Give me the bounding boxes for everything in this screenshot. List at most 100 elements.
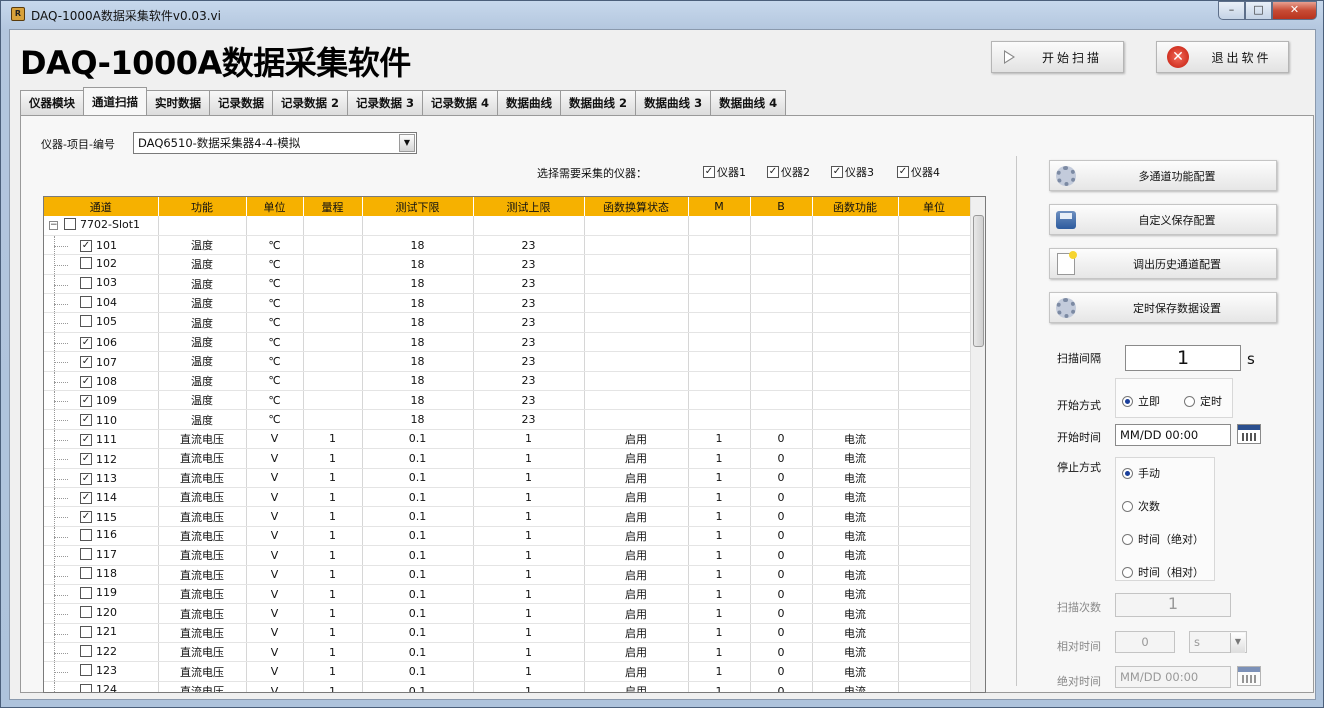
table-scrollbar[interactable] bbox=[970, 197, 985, 692]
channel-checkbox[interactable] bbox=[80, 683, 92, 692]
stop-mode-manual[interactable]: 手动 bbox=[1122, 465, 1160, 481]
table-row[interactable]: 105 温度 ℃ 18 23 bbox=[44, 312, 971, 333]
tab-10[interactable]: 数据曲线 3 bbox=[635, 90, 712, 115]
channel-checkbox[interactable] bbox=[80, 625, 92, 638]
minimize-button[interactable]: – bbox=[1218, 1, 1245, 20]
table-row[interactable]: ✓ 108 温度 ℃ 18 23 bbox=[44, 371, 971, 392]
table-row[interactable]: 120 直流电压 V 1 0.1 1 启用 1 0 电流 bbox=[44, 603, 971, 624]
table-row[interactable]: ✓ 112 直流电压 V 1 0.1 1 启用 1 0 电流 bbox=[44, 448, 971, 469]
channel-checkbox[interactable] bbox=[80, 257, 92, 270]
channel-checkbox[interactable]: ✓ bbox=[80, 239, 92, 252]
stop-mode-count[interactable]: 次数 bbox=[1122, 498, 1160, 514]
instrument-select[interactable]: DAQ6510-数据采集器4-4-模拟 ▼ bbox=[133, 132, 417, 154]
table-row[interactable]: ✓ 106 温度 ℃ 18 23 bbox=[44, 332, 971, 353]
channel-checkbox[interactable] bbox=[80, 645, 92, 658]
table-row[interactable]: 124 直流电压 V 1 0.1 1 启用 1 0 电流 bbox=[44, 681, 971, 692]
chevron-down-icon[interactable]: ▼ bbox=[399, 134, 415, 152]
channel-checkbox[interactable] bbox=[80, 276, 92, 289]
start-mode-immediate[interactable]: 立即 bbox=[1122, 393, 1160, 409]
table-row[interactable]: ✓ 110 温度 ℃ 18 23 bbox=[44, 409, 971, 430]
channel-checkbox[interactable]: ✓ bbox=[80, 453, 92, 466]
config-button-4[interactable]: 定时保存数据设置 bbox=[1049, 292, 1277, 323]
config-button-3[interactable]: 调出历史通道配置 bbox=[1049, 248, 1277, 279]
channel-checkbox[interactable]: ✓ bbox=[80, 394, 92, 407]
channel-checkbox[interactable]: ✓ bbox=[80, 472, 92, 485]
calendar-icon[interactable] bbox=[1237, 424, 1261, 444]
channel-checkbox[interactable]: ✓ bbox=[80, 433, 92, 446]
scan-count-input[interactable]: 1 bbox=[1115, 593, 1231, 617]
table-row[interactable]: 104 温度 ℃ 18 23 bbox=[44, 293, 971, 314]
cell-func: 温度 bbox=[158, 293, 247, 314]
start-time-input[interactable]: MM/DD 00:00 bbox=[1115, 424, 1231, 446]
channel-checkbox[interactable]: ✓ bbox=[80, 414, 92, 427]
instrument-checkbox-1[interactable]: ✓ 仪器1 bbox=[703, 164, 746, 180]
table-row[interactable]: 103 温度 ℃ 18 23 bbox=[44, 274, 971, 295]
tab-4[interactable]: 记录数据 bbox=[209, 90, 273, 115]
instrument-checkbox-label: 仪器3 bbox=[845, 166, 874, 179]
chevron-down-icon[interactable]: ▼ bbox=[1230, 633, 1245, 653]
config-button-1[interactable]: 多通道功能配置 bbox=[1049, 160, 1277, 191]
absolute-time-input[interactable]: MM/DD 00:00 bbox=[1115, 666, 1231, 688]
tab-11[interactable]: 数据曲线 4 bbox=[710, 90, 787, 115]
tab-9[interactable]: 数据曲线 2 bbox=[560, 90, 637, 115]
stop-mode-absolute[interactable]: 时间（绝对） bbox=[1122, 531, 1204, 547]
collapse-icon[interactable]: − bbox=[49, 221, 58, 230]
table-row[interactable]: ✓ 107 温度 ℃ 18 23 bbox=[44, 351, 971, 372]
checkbox-icon[interactable] bbox=[64, 218, 76, 231]
table-row[interactable]: ✓ 113 直流电压 V 1 0.1 1 启用 1 0 电流 bbox=[44, 468, 971, 488]
table-row[interactable]: ✓ 109 温度 ℃ 18 23 bbox=[44, 390, 971, 411]
stop-mode-relative[interactable]: 时间（相对） bbox=[1122, 564, 1204, 580]
tab-2[interactable]: 通道扫描 bbox=[83, 87, 147, 115]
tab-1[interactable]: 仪器模块 bbox=[20, 90, 84, 115]
table-row[interactable]: 117 直流电压 V 1 0.1 1 启用 1 0 电流 bbox=[44, 545, 971, 566]
cell-high: 23 bbox=[473, 254, 585, 275]
channel-checkbox[interactable]: ✓ bbox=[80, 375, 92, 388]
table-row[interactable]: 121 直流电压 V 1 0.1 1 启用 1 0 电流 bbox=[44, 623, 971, 644]
config-button-2[interactable]: 自定义保存配置 bbox=[1049, 204, 1277, 235]
group-row[interactable]: − 7702-Slot1 bbox=[44, 216, 971, 236]
cell-b: 0 bbox=[750, 526, 813, 547]
start-scan-button[interactable]: 开始扫描 bbox=[991, 41, 1124, 73]
maximize-button[interactable]: □ bbox=[1245, 1, 1272, 20]
table-row[interactable]: 123 直流电压 V 1 0.1 1 启用 1 0 电流 bbox=[44, 661, 971, 682]
table-row[interactable]: 122 直流电压 V 1 0.1 1 启用 1 0 电流 bbox=[44, 642, 971, 663]
channel-checkbox[interactable] bbox=[80, 528, 92, 541]
channel-checkbox[interactable] bbox=[80, 548, 92, 561]
table-row[interactable]: 102 温度 ℃ 18 23 bbox=[44, 254, 971, 275]
channel-checkbox[interactable]: ✓ bbox=[80, 511, 92, 524]
channel-checkbox[interactable]: ✓ bbox=[80, 336, 92, 349]
cell-ffunc bbox=[812, 254, 899, 275]
tab-5[interactable]: 记录数据 2 bbox=[272, 90, 349, 115]
tab-6[interactable]: 记录数据 3 bbox=[347, 90, 424, 115]
channel-checkbox[interactable] bbox=[80, 567, 92, 580]
scrollbar-thumb[interactable] bbox=[973, 215, 984, 347]
instrument-checkbox-3[interactable]: ✓ 仪器3 bbox=[831, 164, 874, 180]
channel-checkbox[interactable]: ✓ bbox=[80, 491, 92, 504]
cell-unit2 bbox=[898, 332, 971, 353]
exit-button[interactable]: ✕ 退出软件 bbox=[1156, 41, 1289, 73]
start-mode-timed[interactable]: 定时 bbox=[1184, 393, 1222, 409]
tab-3[interactable]: 实时数据 bbox=[146, 90, 210, 115]
instrument-checkbox-2[interactable]: ✓ 仪器2 bbox=[767, 164, 810, 180]
calendar-icon[interactable] bbox=[1237, 666, 1261, 686]
channel-checkbox[interactable] bbox=[80, 296, 92, 308]
scan-interval-input[interactable]: 1 bbox=[1125, 345, 1241, 371]
channel-checkbox[interactable] bbox=[80, 664, 92, 677]
channel-checkbox[interactable]: ✓ bbox=[80, 356, 92, 369]
relative-time-input[interactable]: 0 bbox=[1115, 631, 1175, 653]
table-row[interactable]: 119 直流电压 V 1 0.1 1 启用 1 0 电流 bbox=[44, 584, 971, 605]
instrument-checkbox-4[interactable]: ✓ 仪器4 bbox=[897, 164, 940, 180]
close-button[interactable]: ✕ bbox=[1272, 1, 1317, 20]
table-row[interactable]: ✓ 115 直流电压 V 1 0.1 1 启用 1 0 电流 bbox=[44, 506, 971, 527]
table-row[interactable]: ✓ 111 直流电压 V 1 0.1 1 启用 1 0 电流 bbox=[44, 429, 971, 450]
channel-checkbox[interactable] bbox=[80, 586, 92, 599]
relative-time-unit-select[interactable]: s ▼ bbox=[1189, 631, 1247, 653]
table-row[interactable]: ✓ 101 温度 ℃ 18 23 bbox=[44, 235, 971, 256]
channel-checkbox[interactable] bbox=[80, 606, 92, 619]
channel-checkbox[interactable] bbox=[80, 315, 92, 328]
table-row[interactable]: 118 直流电压 V 1 0.1 1 启用 1 0 电流 bbox=[44, 565, 971, 585]
tab-8[interactable]: 数据曲线 bbox=[497, 90, 562, 115]
table-row[interactable]: ✓ 114 直流电压 V 1 0.1 1 启用 1 0 电流 bbox=[44, 487, 971, 508]
tab-7[interactable]: 记录数据 4 bbox=[422, 90, 499, 115]
table-row[interactable]: 116 直流电压 V 1 0.1 1 启用 1 0 电流 bbox=[44, 526, 971, 547]
